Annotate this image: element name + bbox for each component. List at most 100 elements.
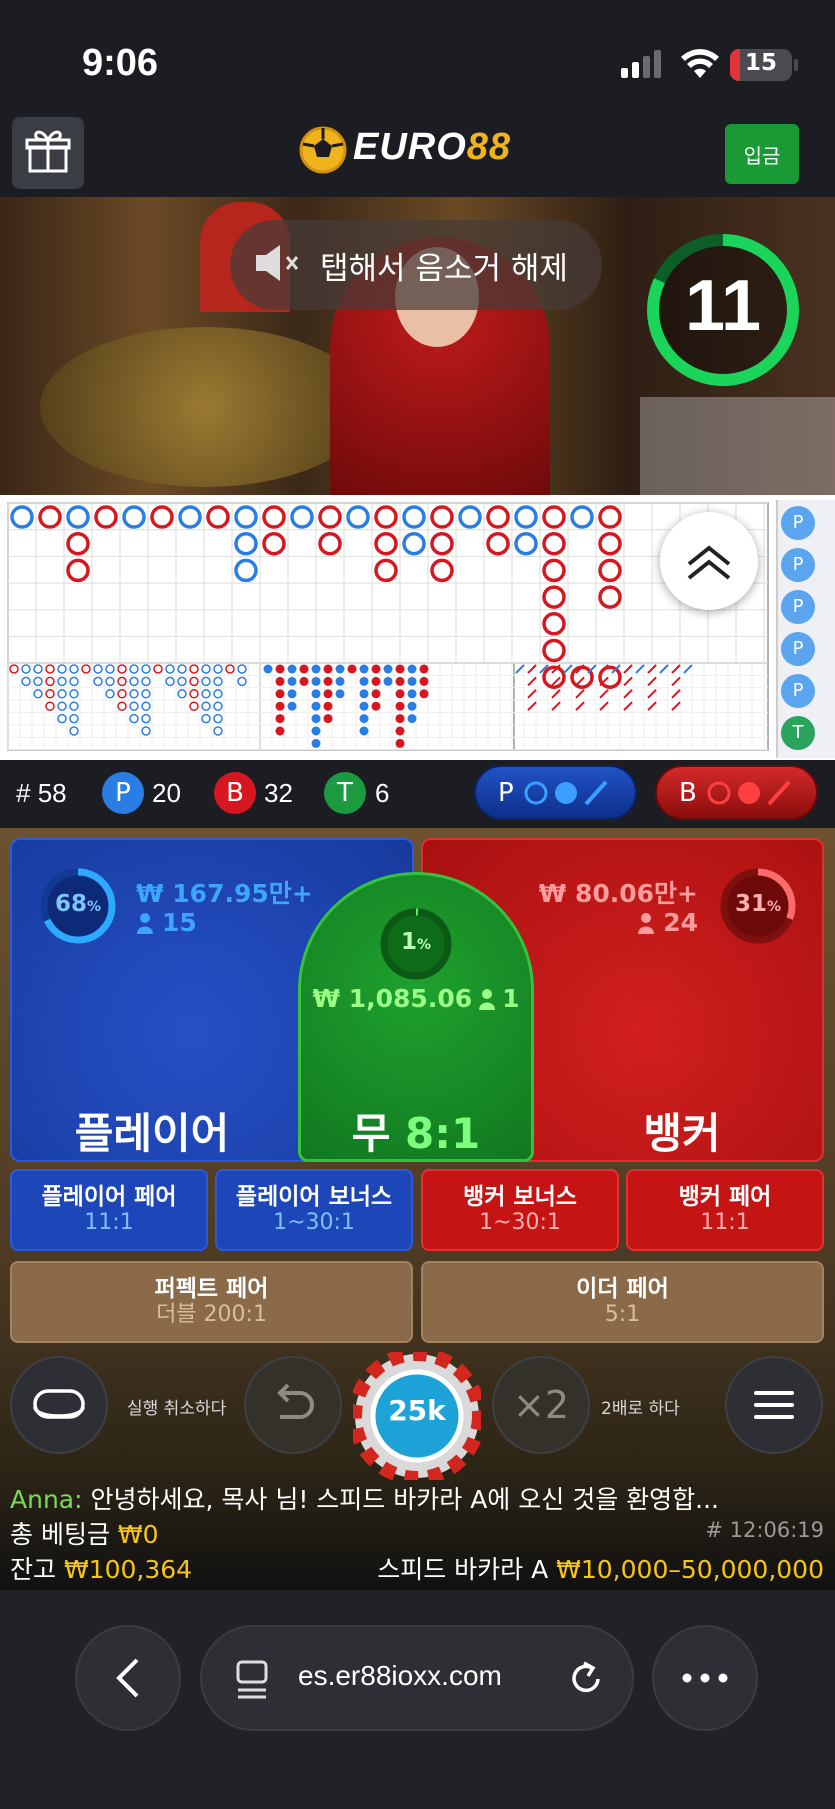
small-road-mark <box>335 676 345 686</box>
small-road-mark <box>371 664 381 674</box>
small-road-mark <box>311 714 321 724</box>
browser-more-button[interactable] <box>652 1625 758 1731</box>
small-road-mark <box>359 714 369 724</box>
small-road-mark <box>407 676 417 686</box>
tie-percent: 1% <box>400 929 432 955</box>
player-bet-label: 플레이어 <box>74 1109 230 1158</box>
unmute-button[interactable]: 탭해서 음소거 해제 <box>230 220 602 310</box>
muted-speaker-icon <box>254 243 302 287</box>
small-road-mark <box>275 714 285 724</box>
banker-percent: 31% <box>734 891 782 917</box>
small-road-mark <box>407 701 417 711</box>
small-road-mark <box>419 664 429 674</box>
prediction-mark: P <box>781 506 815 540</box>
player-count-badge: P <box>102 772 144 814</box>
player-pair-bet[interactable]: 플레이어 페어 11:1 <box>10 1169 208 1251</box>
chat-author: Anna: <box>10 1485 83 1514</box>
small-road-mark <box>323 701 333 711</box>
small-road-mark <box>419 689 429 699</box>
small-road-mark <box>311 676 321 686</box>
gift-button[interactable] <box>12 117 84 189</box>
back-chevron-icon <box>116 1658 139 1698</box>
total-bet: 총 베팅금 ₩0 <box>10 1520 159 1549</box>
small-road-mark <box>419 676 429 686</box>
small-road-mark <box>275 676 285 686</box>
expand-roadmap-button[interactable] <box>660 512 758 610</box>
player-predict-button[interactable]: P <box>474 765 637 820</box>
small-road-mark <box>407 689 417 699</box>
tie-total-amount: ₩ 1,085.06 1 <box>312 984 520 1013</box>
small-road-mark <box>263 664 273 674</box>
unmute-label: 탭해서 음소거 해제 <box>320 250 568 287</box>
tie-count: 6 <box>375 778 390 808</box>
small-road-mark <box>323 689 333 699</box>
player-bonus-bet[interactable]: 플레이어 보너스 1~30:1 <box>215 1169 413 1251</box>
small-road-mark <box>383 664 393 674</box>
predict-symbols-icon <box>524 780 608 805</box>
player-total-amount: ₩ 167.95만+ <box>136 879 313 908</box>
either-pair-bet[interactable]: 이더 페어 5:1 <box>421 1261 824 1343</box>
small-road-mark <box>287 664 297 674</box>
double-bet-button[interactable]: ×2 <box>492 1356 590 1454</box>
small-road-mark <box>359 689 369 699</box>
prediction-mark: T <box>781 716 815 750</box>
deposit-button[interactable]: 입금 <box>725 124 799 184</box>
small-road-mark <box>395 714 405 724</box>
small-road-mark <box>323 714 333 724</box>
small-road-mark <box>311 726 321 736</box>
user-icon <box>137 912 153 934</box>
prediction-mark: P <box>781 548 815 582</box>
menu-button[interactable] <box>725 1356 823 1454</box>
banker-count: 32 <box>264 778 293 808</box>
player-percent: 68% <box>54 891 102 917</box>
countdown-number: 11 <box>684 266 762 346</box>
banker-bet-label: 뱅커 <box>643 1109 721 1158</box>
battery-tip <box>794 59 798 71</box>
url-text: es.er88ioxx.com <box>298 1660 502 1691</box>
small-road-mark <box>371 676 381 686</box>
soccer-ball-logo-icon <box>298 125 348 179</box>
browser-address-bar[interactable]: es.er88ioxx.com <box>200 1625 634 1731</box>
double-chevron-up-icon <box>687 545 731 580</box>
small-road-mark <box>371 701 381 711</box>
small-road-mark <box>311 701 321 711</box>
small-road-mark <box>275 689 285 699</box>
double-icon: ×2 <box>512 1383 570 1427</box>
user-icon <box>479 988 496 1010</box>
small-road-mark <box>299 664 309 674</box>
more-dots-icon <box>682 1673 728 1683</box>
small-road-mark <box>323 676 333 686</box>
small-road-mark <box>287 701 297 711</box>
small-road-mark <box>395 664 405 674</box>
small-road-mark <box>407 664 417 674</box>
prediction-mark: P <box>781 674 815 708</box>
chat-text: 안녕하세요, 목사 님! 스피드 바카라 A에 오신 것을 환영합... <box>90 1485 720 1514</box>
banker-predict-button[interactable]: B <box>655 765 818 820</box>
small-road-mark <box>359 664 369 674</box>
hamburger-menu-icon <box>754 1391 794 1419</box>
user-icon <box>638 912 655 934</box>
banker-bonus-bet[interactable]: 뱅커 보너스 1~30:1 <box>421 1169 619 1251</box>
small-road-mark <box>359 701 369 711</box>
table-icon <box>33 1389 85 1419</box>
banker-pair-bet[interactable]: 뱅커 페어 11:1 <box>626 1169 824 1251</box>
small-road-mark <box>311 689 321 699</box>
small-road-mark <box>275 701 285 711</box>
perfect-pair-bet[interactable]: 퍼펙트 페어 더블 200:1 <box>10 1261 413 1343</box>
table-view-button[interactable] <box>10 1356 108 1454</box>
small-road-mark <box>371 689 381 699</box>
round-counter: # 58 <box>16 778 67 808</box>
reload-icon <box>572 1661 600 1693</box>
chat-message[interactable]: Anna: 안녕하세요, 목사 님! 스피드 바카라 A에 오신 것을 환영합.… <box>10 1480 825 1516</box>
table-limits: 스피드 바카라 A ₩10,000–50,000,000 <box>377 1555 824 1584</box>
tab-overview-icon <box>236 1660 268 1699</box>
small-road-mark <box>311 664 321 674</box>
undo-button[interactable] <box>244 1356 342 1454</box>
gift-icon <box>25 130 71 173</box>
player-bettor-count: 15 <box>136 908 197 937</box>
small-road-mark <box>287 689 297 699</box>
browser-back-button[interactable] <box>75 1625 181 1731</box>
battery-level: 15 <box>744 50 777 76</box>
prediction-column: PPPPPT <box>776 500 835 758</box>
small-road-mark <box>275 664 285 674</box>
